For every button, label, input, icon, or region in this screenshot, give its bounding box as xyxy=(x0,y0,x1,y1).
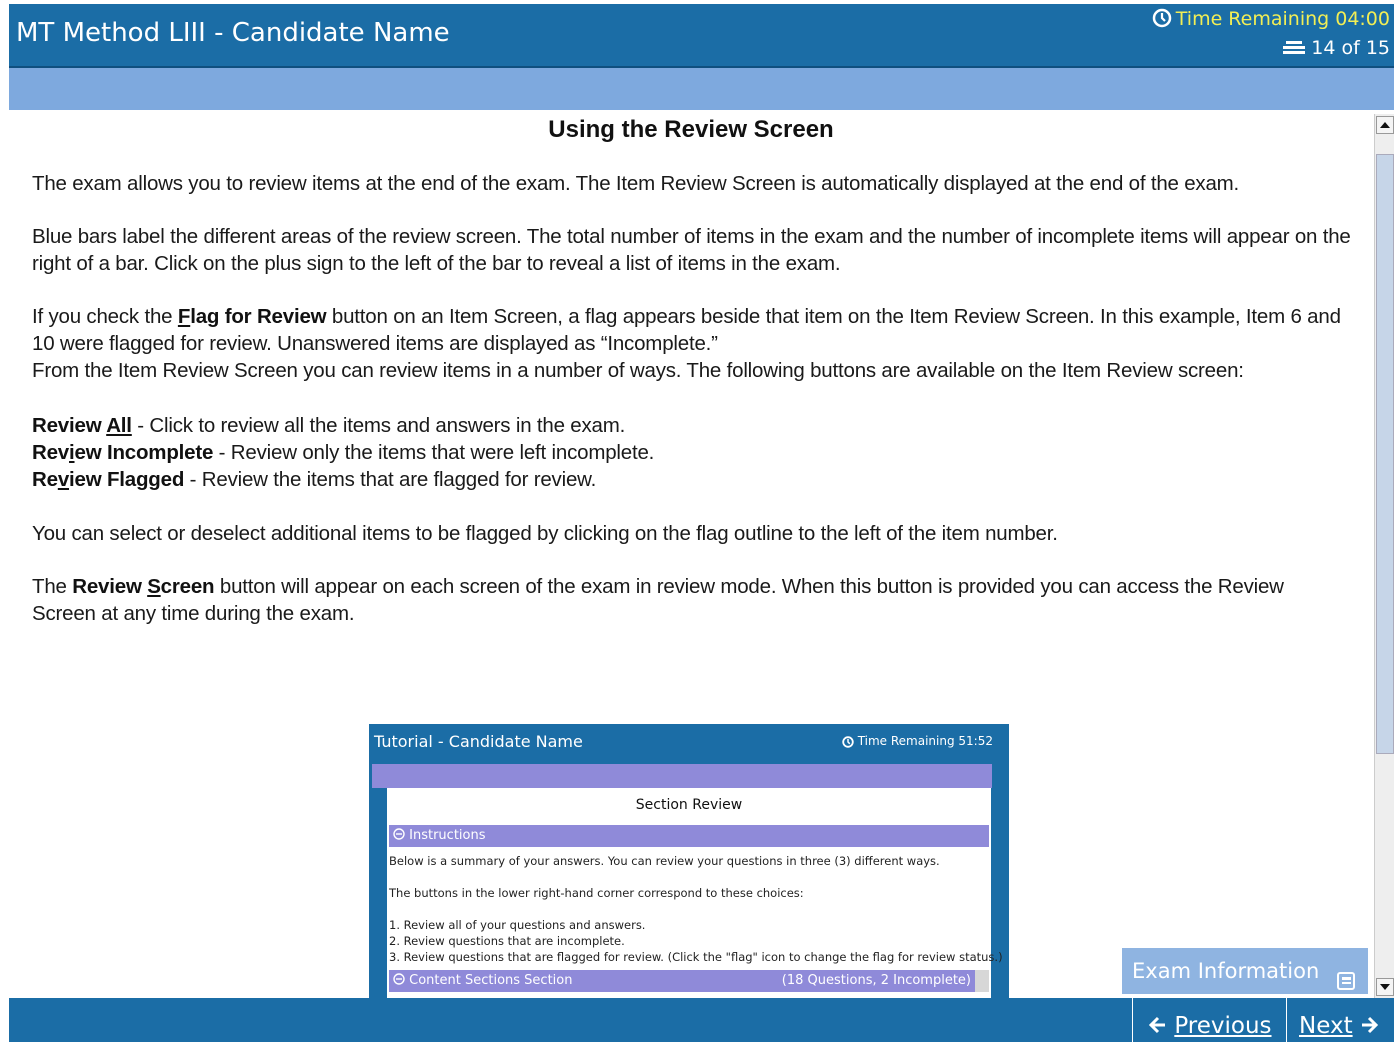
paragraph-review-screen: The Review Screen button will appear on … xyxy=(32,573,1352,627)
review-flagged-term-a: Re xyxy=(32,468,58,491)
review-all-term: Review All xyxy=(32,414,132,437)
example-sub-bar xyxy=(372,764,992,788)
example-line-3: 1. Review all of your questions and answ… xyxy=(389,918,646,932)
example-line-1: Below is a summary of your answers. You … xyxy=(389,854,940,868)
p6-text-end: button will appear on each screen of the… xyxy=(32,575,1284,625)
example-section-bar: Content Sections Section (18 Questions, … xyxy=(389,970,989,992)
chevron-down-icon xyxy=(1380,984,1390,990)
arrow-right-icon xyxy=(1360,1013,1380,1039)
review-screen-term-u: S xyxy=(147,575,161,598)
review-incomplete-desc: - Review only the items that were left i… xyxy=(213,441,655,464)
review-flagged-desc: - Review the items that are flagged for … xyxy=(184,468,597,491)
example-title: Tutorial - Candidate Name xyxy=(374,732,583,751)
exam-information-label: Exam Information xyxy=(1132,959,1320,983)
review-screen-term-b: creen xyxy=(160,575,215,598)
next-label: Next xyxy=(1299,1013,1353,1039)
stack-icon xyxy=(1281,39,1307,62)
example-section-label: Content Sections Section xyxy=(409,973,573,988)
footer-bar: Previous Next xyxy=(9,998,1394,1042)
page-title: Using the Review Screen xyxy=(548,116,834,143)
scroll-down-button[interactable] xyxy=(1376,978,1394,996)
paragraph-review-ways: From the Item Review Screen you can revi… xyxy=(32,359,1244,382)
paragraph-intro: The exam allows you to review items at t… xyxy=(32,172,1240,195)
review-all-term-b: All xyxy=(106,414,132,437)
paragraph-flag-outline: You can select or deselect additional it… xyxy=(32,522,1058,545)
flag-for-review-term: Flag for Review xyxy=(178,305,327,328)
example-line-4: 2. Review questions that are incomplete. xyxy=(389,934,625,948)
next-button[interactable]: Next xyxy=(1286,998,1394,1042)
collapse-minus-icon xyxy=(393,973,405,988)
example-scrollbar xyxy=(975,970,989,992)
collapse-minus-icon xyxy=(393,828,405,843)
example-line-5: 3. Review questions that are flagged for… xyxy=(389,950,1003,964)
scroll-thumb[interactable] xyxy=(1376,154,1394,754)
exam-information-button[interactable]: Exam Information xyxy=(1122,948,1368,994)
app-title: MT Method LIII - Candidate Name xyxy=(16,18,450,48)
content-area: Using the Review Screen The exam allows … xyxy=(9,110,1373,998)
flag-term-rest: lag for Review xyxy=(190,305,327,328)
header-bar: MT Method LIII - Candidate Name Time Rem… xyxy=(9,4,1394,68)
example-timer-text: Time Remaining 51:52 xyxy=(857,734,993,748)
review-flagged-term: Review Flagged xyxy=(32,468,184,491)
p6-text-start: The xyxy=(32,575,73,598)
time-remaining: Time Remaining 04:00 xyxy=(1152,8,1390,33)
previous-label: Previous xyxy=(1174,1013,1272,1039)
example-timer: Time Remaining 51:52 xyxy=(841,734,993,751)
example-heading: Section Review xyxy=(635,797,743,813)
example-line-2: The buttons in the lower right-hand corn… xyxy=(389,886,804,900)
previous-button[interactable]: Previous xyxy=(1132,998,1286,1042)
paragraph-blue-bars: Blue bars label the different areas of t… xyxy=(32,225,1351,275)
review-screen-term-a: Review xyxy=(72,575,148,598)
flag-term-mnemonic: F xyxy=(177,305,191,328)
review-incomplete-term-a: Rev xyxy=(32,441,70,464)
review-screen-term: Review Screen xyxy=(72,575,214,598)
example-instructions-label: Instructions xyxy=(409,828,486,843)
example-left-strip xyxy=(372,788,387,998)
scroll-up-button[interactable] xyxy=(1376,116,1394,134)
arrow-left-icon xyxy=(1147,1013,1167,1039)
time-remaining-text: Time Remaining 04:00 xyxy=(1175,8,1390,30)
review-all-term-a: Review xyxy=(32,414,107,437)
chevron-up-icon xyxy=(1380,122,1390,128)
review-incomplete-term: Review Incomplete xyxy=(32,441,213,464)
paragraph-flag-for-review: If you check the Flag for Review button … xyxy=(32,303,1352,384)
review-flagged-term-c: iew Flagged xyxy=(69,468,185,491)
example-section-count: (18 Questions, 2 Incomplete) xyxy=(781,973,971,988)
sub-header-bar xyxy=(9,68,1394,110)
clock-icon xyxy=(841,736,854,751)
example-review-screenshot: Tutorial - Candidate Name Time Remaining… xyxy=(369,724,1009,998)
example-instructions-bar: Instructions xyxy=(389,825,989,847)
item-progress: 14 of 15 xyxy=(1281,37,1390,62)
clock-icon xyxy=(1152,8,1172,33)
content-scrollbar[interactable] xyxy=(1374,114,1394,998)
review-buttons-list: Review All - Click to review all the ite… xyxy=(32,412,1352,493)
example-body: Section Review Instructions Below is a s… xyxy=(387,788,1003,998)
p3-text-start: If you check the xyxy=(32,305,178,328)
review-flagged-term-b: v xyxy=(57,468,70,491)
review-incomplete-term-c: ew Incomplete xyxy=(74,441,214,464)
review-all-desc: - Click to review all the items and answ… xyxy=(131,414,626,437)
item-progress-text: 14 of 15 xyxy=(1311,37,1390,59)
